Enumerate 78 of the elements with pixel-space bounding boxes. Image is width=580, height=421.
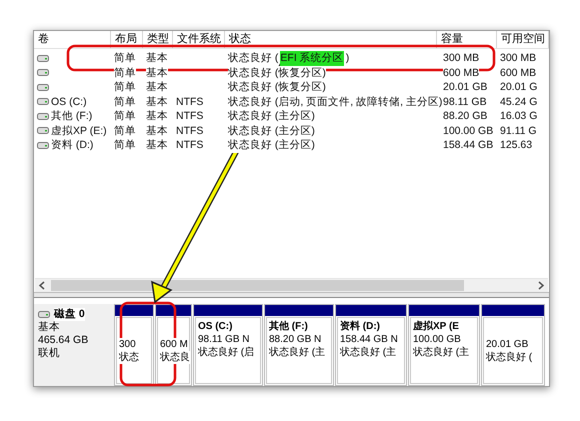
partition-title: 其他 (F:) (269, 320, 308, 333)
table-cell: OS (C:) (51, 94, 87, 109)
disk-type: 基本 (38, 321, 61, 334)
partition-block[interactable]: 虚拟XP (E 100.00 GB 状态良好 (主 (408, 304, 480, 386)
table-cell: 基本 (146, 94, 168, 109)
table-cell: 状态良好 (恢复分区) (228, 66, 326, 80)
table-cell: 基本 (146, 80, 168, 94)
partition-block[interactable]: 300 状态 (114, 304, 154, 386)
table-cell: 基本 (146, 66, 168, 80)
drive-icon (37, 112, 49, 120)
partition-status: 状态良好 (主 (413, 346, 470, 359)
partition-bar (194, 305, 262, 316)
drive-icon (37, 98, 49, 106)
horizontal-scrollbar[interactable] (35, 278, 548, 292)
partition-status: 状态良好 (主 (340, 346, 396, 359)
table-cell: 简单 (114, 138, 136, 152)
table-cell: 简单 (114, 51, 136, 66)
partition-status: 状态良好 (主 (269, 346, 326, 359)
partition-bar (115, 305, 153, 316)
table-cell: 简单 (114, 124, 136, 138)
partition-bar (336, 305, 406, 316)
partition-title: 虚拟XP (E (413, 320, 459, 333)
drive-icon (37, 84, 49, 91)
column-header[interactable]: 文件系统 (173, 31, 225, 48)
partition-bar (156, 305, 191, 316)
table-cell: 资料 (D:) (51, 138, 94, 152)
partition-bar (265, 305, 333, 316)
partition-status: 状态良 (160, 350, 190, 364)
table-cell: 其他 (F:) (51, 109, 92, 124)
drive-icon (37, 127, 49, 134)
highlighted-text: EFI 系统分区 (280, 51, 344, 66)
partition-block[interactable]: 资料 (D:) 158.44 GB N 状态良好 (主 (335, 304, 407, 386)
disk-name: 磁盘 0 (54, 308, 85, 321)
table-cell: 状态良好 (启动, 页面文件, 故障转储, 主分区) (228, 94, 442, 109)
drive-icon (37, 69, 49, 76)
table-cell: 简单 (114, 94, 136, 109)
column-header[interactable]: 布局 (111, 31, 143, 48)
partition-bar (409, 305, 479, 316)
partition-title: OS (C:) (198, 320, 232, 333)
disk-state: 联机 (38, 347, 61, 360)
column-header[interactable]: 状态 (225, 31, 437, 48)
table-cell: 简单 (114, 66, 136, 80)
scroll-right-icon[interactable] (537, 281, 545, 290)
drive-icon (38, 311, 50, 318)
partition-status: 状态 (119, 350, 139, 364)
partition-status: 状态良好 (启 (198, 346, 254, 359)
scrollbar-thumb[interactable] (51, 280, 464, 291)
table-cell: 状态良好 (主分区) (228, 124, 315, 138)
scroll-left-icon[interactable] (38, 281, 46, 290)
table-cell: 简单 (114, 80, 136, 94)
partition-status: 状态良好 ( (486, 350, 532, 364)
partition-size: 600 M (160, 338, 188, 350)
column-header[interactable]: 卷 (34, 31, 111, 48)
table-cell: 状态良好 ( (228, 51, 278, 66)
column-header[interactable]: 类型 (143, 31, 173, 48)
partition-title: 资料 (D:) (340, 320, 380, 333)
table-cell: 虚拟XP (E:) (51, 124, 107, 138)
partition-bar (482, 305, 544, 316)
table-cell: 状态良好 (主分区) (228, 109, 315, 124)
partition-block[interactable]: 600 M 状态良 (155, 304, 192, 386)
partition-size: 300 (119, 338, 136, 350)
partition-size: 20.01 GB (486, 338, 528, 350)
table-cell: 基本 (146, 109, 168, 124)
table-cell: 状态良好 (恢复分区) (228, 80, 326, 94)
table-cell: 简单 (114, 109, 136, 124)
table-cell: 基本 (146, 51, 168, 66)
partition-block[interactable]: 20.01 GB 状态良好 ( (481, 304, 545, 386)
table-cell: ) (346, 51, 350, 66)
table-cell: 状态良好 (主分区) (228, 138, 315, 152)
drive-icon (37, 54, 49, 62)
partition-block[interactable]: OS (C:) 98.11 GB N 状态良好 (启 (193, 304, 263, 386)
partition-block[interactable]: 其他 (F:) 88.20 GB N 状态良好 (主 (264, 304, 334, 386)
column-header[interactable]: 可用空间 (497, 31, 549, 48)
column-header[interactable]: 容量 (437, 31, 497, 48)
table-cell: 基本 (146, 138, 168, 152)
disk-size: 465.64 GB (38, 334, 90, 347)
drive-icon (37, 142, 49, 149)
table-cell: 基本 (146, 124, 168, 138)
